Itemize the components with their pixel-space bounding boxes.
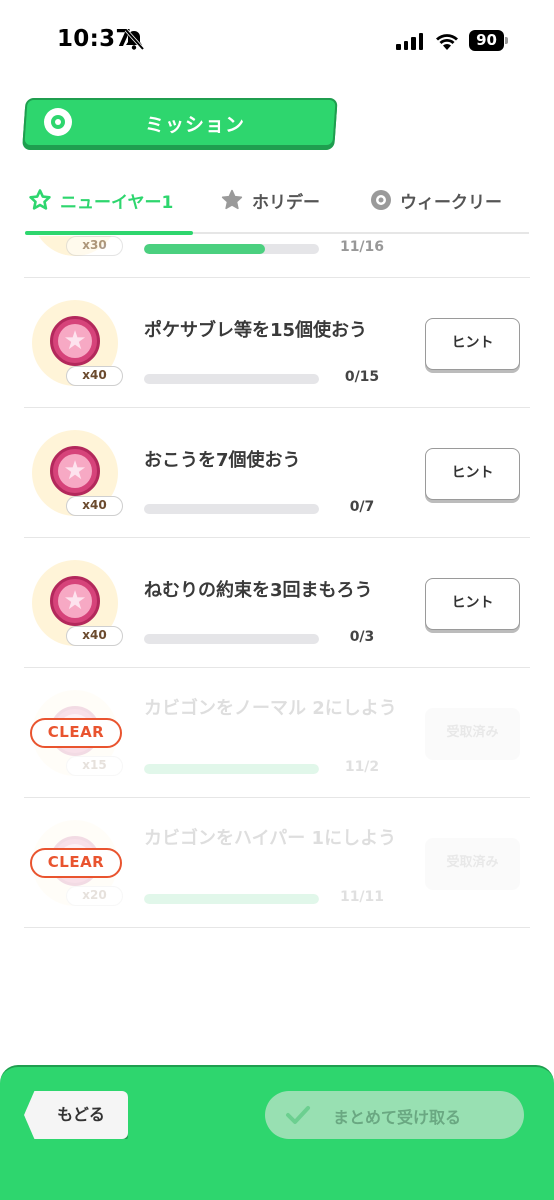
mission-title: カビゴンをノーマル 2にしよう	[144, 698, 397, 719]
active-tab-indicator	[25, 231, 193, 235]
checkmark-icon	[286, 1106, 310, 1124]
cellular-signal-icon	[396, 33, 423, 50]
mission-row: ★ x30 11/16	[24, 236, 530, 278]
progress-bar	[144, 764, 319, 774]
progress-fill	[144, 894, 319, 904]
claim-all-button[interactable]: まとめて受け取る	[265, 1091, 524, 1139]
mission-title: カビゴンをハイパー 1にしよう	[144, 828, 397, 849]
mission-list[interactable]: ★ x30 11/16 ★ x40 ポケサブレ等を15個使おう 0/15 ヒント…	[0, 236, 554, 1056]
reward-quantity: x15	[66, 756, 123, 776]
progress-text: 11/2	[344, 759, 380, 775]
star-medal-icon: ★	[50, 316, 100, 366]
back-button[interactable]: もどる	[24, 1091, 128, 1139]
pokeball-icon	[371, 190, 391, 210]
progress-text: 0/3	[349, 629, 375, 645]
mission-title: ポケサブレ等を15個使おう	[144, 320, 368, 341]
status-bar: 10:37 90	[0, 0, 554, 80]
progress-text: 11/16	[339, 239, 385, 255]
tab-weekly[interactable]: ウィークリー	[370, 180, 502, 220]
wifi-icon	[436, 34, 458, 50]
reward-quantity: x40	[66, 626, 123, 646]
star-medal-icon: ★	[50, 576, 100, 626]
mission-title: ねむりの約束を3回まもろう	[144, 580, 373, 601]
battery-tip	[505, 37, 508, 44]
progress-fill	[144, 764, 319, 774]
page-title: ミッション	[144, 114, 245, 136]
progress-bar	[144, 504, 319, 514]
progress-text: 0/15	[344, 369, 380, 385]
progress-bar	[144, 374, 319, 384]
battery-indicator: 90	[469, 30, 504, 51]
reward-quantity: x20	[66, 886, 123, 906]
mission-row-cleared: ★ x20 カビゴンをハイパー 1にしよう 11/11 受取済み CLEAR	[24, 798, 530, 928]
tab-holiday[interactable]: ホリデー	[220, 180, 320, 220]
pokeball-icon	[44, 108, 72, 136]
clear-badge: CLEAR	[30, 718, 122, 748]
claim-all-label: まとめて受け取る	[333, 1108, 462, 1127]
progress-text: 0/7	[349, 499, 375, 515]
tab-new-year-1[interactable]: ニューイヤー1	[28, 180, 173, 220]
reward-quantity: x40	[66, 366, 123, 386]
tab-label: ウィークリー	[400, 192, 502, 213]
progress-bar	[144, 894, 319, 904]
mission-title: おこうを7個使おう	[144, 450, 301, 471]
star-outline-icon	[29, 189, 51, 210]
mission-row: ★ x40 ねむりの約束を3回まもろう 0/3 ヒント	[24, 538, 530, 668]
star-icon	[221, 189, 243, 210]
bell-muted-icon	[124, 29, 144, 51]
status-time: 10:37	[57, 26, 132, 52]
star-medal-icon: ★	[50, 446, 100, 496]
reward-quantity: x40	[66, 496, 123, 516]
progress-text: 11/11	[339, 889, 385, 905]
clear-badge: CLEAR	[30, 848, 122, 878]
mission-row: ★ x40 おこうを7個使おう 0/7 ヒント	[24, 408, 530, 538]
tab-label: ホリデー	[252, 192, 320, 213]
tab-label: ニューイヤー1	[60, 192, 174, 213]
mission-tabs: ニューイヤー1 ホリデー ウィークリー	[0, 180, 554, 236]
progress-bar	[144, 634, 319, 644]
hint-button[interactable]: ヒント	[425, 578, 520, 630]
progress-fill	[144, 244, 265, 254]
reward-quantity: x30	[66, 236, 123, 256]
claimed-button: 受取済み	[425, 838, 520, 890]
mission-row-cleared: ★ x15 カビゴンをノーマル 2にしよう 11/2 受取済み CLEAR	[24, 668, 530, 798]
tab-divider	[193, 232, 529, 234]
mission-row: ★ x40 ポケサブレ等を15個使おう 0/15 ヒント	[24, 278, 530, 408]
claimed-button: 受取済み	[425, 708, 520, 760]
progress-bar	[144, 244, 319, 254]
hint-button[interactable]: ヒント	[425, 448, 520, 500]
hint-button[interactable]: ヒント	[425, 318, 520, 370]
